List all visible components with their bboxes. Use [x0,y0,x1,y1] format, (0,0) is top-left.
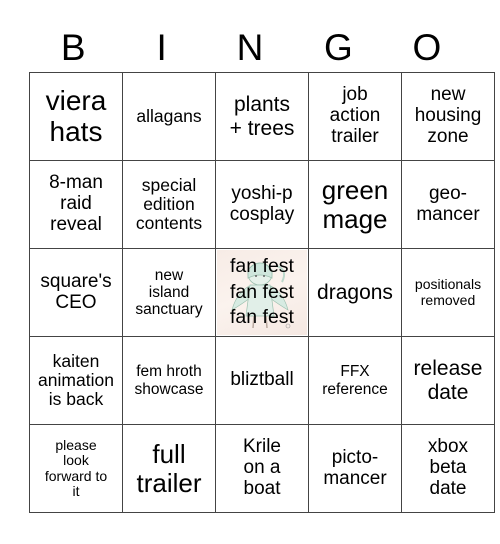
cell-line: release [413,357,483,381]
bingo-cell[interactable]: plants + trees [215,72,309,161]
bingo-row: please look forward to it full trailer Krile… [29,424,495,513]
bingo-cell[interactable]: full trailer [122,424,216,513]
bingo-cell[interactable]: xbox beta date [401,424,495,513]
bingo-cell[interactable]: kaiten animation is back [29,336,123,425]
bingo-cell[interactable]: fem hroth showcase [122,336,216,425]
bingo-row: square's CEO new island sanctuary fan fest … [29,248,495,337]
header-letter-n: N [236,27,264,68]
cell-line: beta [429,457,467,479]
cell-line: fem hroth [136,363,202,381]
bingo-cell[interactable]: special edition contents [122,160,216,249]
bingo-row: 8-man raid reveal special edition contents y… [29,160,495,249]
bingo-cell[interactable]: yoshi-p cosplay [215,160,309,249]
cell-line: full [152,438,186,469]
cell-line: housing [414,105,482,127]
bingo-row: viera hats allagans plants + trees job acti… [29,72,495,161]
cell-line: picto- [331,446,379,468]
cell-line: is back [48,389,104,410]
cell-line: mancer [416,203,480,225]
cell-line: reveal [50,213,102,235]
bingo-cell[interactable]: dragons [308,248,402,337]
cell-line: please [55,436,97,453]
cell-line: geo- [428,182,468,204]
cell-line: bliztball [230,369,294,391]
bingo-cell[interactable]: geo-mancer [401,160,495,249]
cell-line: boat [243,477,281,499]
cell-line: it [72,482,80,499]
cell-line: viera [45,84,107,116]
header-letter-i: I [156,27,167,68]
cell-line: action [329,105,381,127]
cell-line: dragons [317,280,393,304]
cell-line: contents [135,213,203,234]
cell-line: raid [60,193,92,215]
cell-line: kaiten [52,350,100,371]
cell-line: trailer [136,467,202,498]
bingo-cell[interactable]: FFX reference [308,336,402,425]
cell-line: special [141,174,197,195]
bingo-cell[interactable]: new housing zone [401,72,495,161]
cell-line: date [427,380,469,404]
cell-line: + trees [229,116,295,140]
cell-line: island [148,283,190,301]
cell-line: new [430,84,466,106]
cell-line: animation [38,369,114,390]
cell-line: job [342,84,368,106]
bingo-cell[interactable]: new island sanctuary [122,248,216,337]
cell-line: date [429,477,467,499]
bingo-cell[interactable]: viera hats [29,72,123,161]
bingo-cell[interactable]: Krile on a boat [215,424,309,513]
bingo-row: kaiten animation is back fem hroth showcase… [29,336,495,425]
cell-line: FFX [340,363,370,381]
cell-line: square's [40,270,112,292]
bingo-cell[interactable]: please look forward to it [29,424,123,513]
cell-line: xbox [427,436,469,458]
bingo-cell[interactable]: job action trailer [308,72,402,161]
bingo-cell[interactable]: release date [401,336,495,425]
cell-line: on a [243,457,281,479]
cell-line: 8-man [49,172,103,194]
header-letter-o: O [412,27,442,68]
bingo-cell[interactable]: square's CEO [29,248,123,337]
bingo-cell[interactable]: positionals removed [401,248,495,337]
cell-line: zone [427,125,469,147]
cell-line: positionals [414,276,482,293]
header-letter-g: G [324,27,353,68]
bingo-cell[interactable]: 8-man raid reveal [29,160,123,249]
bingo-header: B I N G O [29,28,471,68]
cell-line: yoshi-p [231,182,293,204]
bingo-cell[interactable]: green mage [308,160,402,249]
header-letter-b: B [60,27,86,68]
cell-line: look [63,452,89,469]
bingo-card: viera hats allagans plants + trees job acti… [29,72,495,513]
cell-line: plants [233,93,291,117]
cell-line: CEO [55,291,97,313]
cell-line: showcase [134,380,204,398]
cell-line: trailer [331,125,379,147]
cell-line: reference [322,380,388,398]
cell-line: hats [49,115,103,147]
free-space-line: fan fest [230,306,294,329]
cell-line: sanctuary [135,301,203,319]
cell-line: green [321,174,389,205]
bingo-cell[interactable]: bliztball [215,336,309,425]
cell-line: edition [143,193,195,214]
cell-line: new [154,266,184,284]
cell-line: cosplay [229,203,295,225]
free-space-line: fan fest [230,280,294,303]
cell-line: forward to [44,467,108,484]
cell-line: Krile [242,436,281,458]
free-space-line: fan fest [230,255,294,278]
free-space-text: fan fest fan fest fan fest [217,254,308,330]
cell-line: removed [420,291,476,308]
cell-line: mage [322,203,388,234]
cell-line: mancer [323,467,387,489]
free-space-cell[interactable]: fan fest fan fest fan fest [215,248,309,337]
cell-line: allagans [136,105,202,126]
bingo-cell[interactable]: picto-mancer [308,424,402,513]
bingo-cell[interactable]: allagans [122,72,216,161]
